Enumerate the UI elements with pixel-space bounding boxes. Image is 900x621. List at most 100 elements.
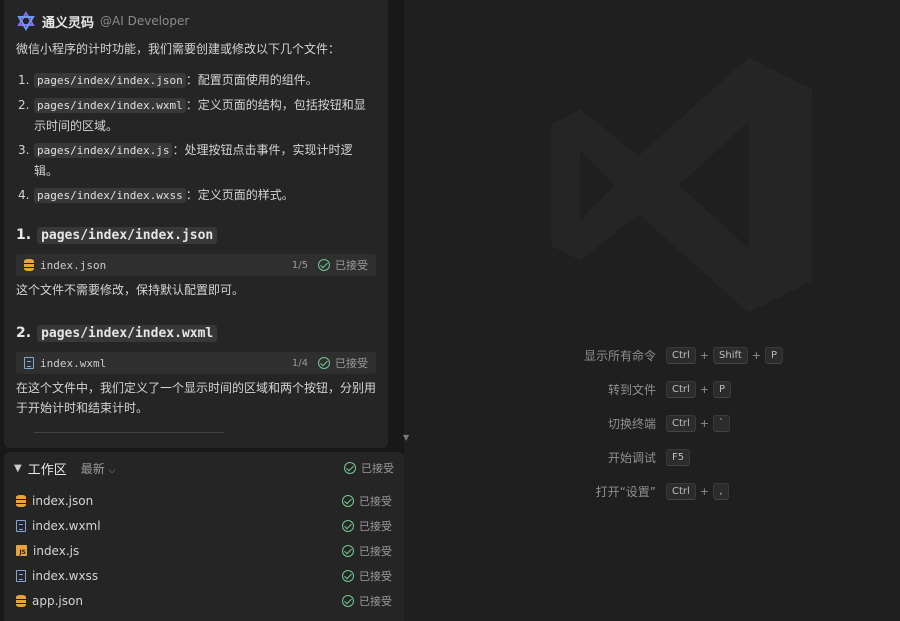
list-item: 4. pages/index/index.wxss ：定义页面的样式。 [16,185,376,206]
key: Ctrl [666,482,696,500]
plus-sign: + [699,484,710,498]
document-icon [16,519,26,532]
vscode-logo-icon [551,57,813,313]
intro-text: 微信小程序的计时功能，我们需要创建或修改以下几个文件： [16,42,341,56]
status-label: 已接受 [359,494,392,508]
shortcut-row[interactable]: 切换终端 Ctrl + ` [554,406,854,440]
shortcut-label: 切换终端 [607,416,656,431]
section-path-code: pages/index/index.wxml [37,324,218,342]
key: ` [713,414,731,432]
database-icon [24,259,34,271]
key: Ctrl [666,346,696,364]
author-handle: @AI Developer [100,14,190,28]
accepted-status: 已接受 [344,460,394,476]
ai-assistant-panel: 通义灵码 @AI Developer 微信小程序的计时功能，我们需要创建或修改以… [0,0,409,621]
key: Ctrl [666,380,696,398]
file-path-code: pages/index/index.json [34,73,186,88]
shortcut-label: 开始调试 [607,450,656,465]
shortcut-row[interactable]: 显示所有命令 Ctrl + Shift + P [554,338,854,372]
workspace-file-row[interactable]: index.wxml 已接受 [4,513,404,538]
author-name: 通义灵码 [42,15,95,31]
section-heading: 2. pages/index/index.wxml [16,322,376,344]
check-circle-icon [318,357,330,369]
js-file-icon: JS [16,545,27,556]
list-item: 3. pages/index/index.js ：处理按钮点击事件，实现计时逻辑。 [16,140,376,181]
check-circle-icon [318,259,330,271]
key: Shift [713,346,748,364]
message-header: 通义灵码 @AI Developer [16,10,376,32]
file-card-name: index.wxml [40,356,107,370]
shortcut-row[interactable]: 打开“设置” Ctrl + , [554,474,854,508]
scroll-down-icon[interactable]: ▼ [403,434,411,442]
shortcut-row[interactable]: 开始调试 F5 [554,440,854,474]
shortcut-label: 打开“设置” [595,484,656,499]
list-item: 1. pages/index/index.json ：配置页面使用的组件。 [16,70,376,91]
workspace-file-name: index.wxss [32,568,99,583]
workspace-header[interactable]: ▼ 工作区 最新 ⌵ 已接受 [4,452,404,484]
workspace-file-row[interactable]: JS index.js 已接受 [4,538,404,563]
accepted-status: 已接受 [342,518,392,534]
editor-area: 显示所有命令 Ctrl + Shift + P 转到文件 Ctrl + P 切换… [414,0,900,621]
key: P [713,380,732,398]
check-circle-icon [342,594,354,607]
workspace-file-row[interactable]: app.json 已接受 [4,588,404,613]
sort-label: 最新 [80,461,105,476]
workspace-file-row[interactable]: index.json 已接受 [4,488,404,513]
plus-sign: + [751,348,761,362]
workspace-file-row[interactable]: index.wxss 已接受 [4,563,404,588]
status-label: 已接受 [361,462,394,475]
plus-sign: + [699,382,710,396]
key: P [764,346,783,364]
list-number: 3. [18,143,30,157]
status-label: 已接受 [359,569,392,583]
workspace-panel: ▼ 工作区 最新 ⌵ 已接受 index.json 已接受 index.wxml [4,452,404,621]
shortcut-list: 显示所有命令 Ctrl + Shift + P 转到文件 Ctrl + P 切换… [554,338,854,508]
plus-sign: + [699,416,710,430]
file-path-code: pages/index/index.wxml [34,98,186,113]
list-item: 2. pages/index/index.wxml ：定义页面的结构，包括按钮和显… [16,95,376,136]
check-circle-icon [342,519,354,532]
database-icon [16,594,26,607]
section-heading: 1. pages/index/index.json [16,224,376,246]
status-label: 已接受 [335,259,368,272]
workspace-file-name: index.wxml [32,518,101,533]
file-change-card[interactable]: index.json 1/5 已接受 [16,254,376,276]
file-card-name: index.json [40,258,107,272]
database-icon [16,494,26,507]
file-change-card[interactable]: index.wxml 1/4 已接受 [16,352,376,374]
chevron-down-icon: ⌵ [108,465,116,476]
file-path-code: pages/index/index.wxss [34,188,186,203]
check-circle-icon [342,494,354,507]
list-description: ：配置页面使用的组件。 [185,73,318,87]
tongyi-logo-icon [17,11,35,31]
list-number: 1. [18,73,30,87]
file-path-code: pages/index/index.js [34,143,173,158]
check-circle-icon [342,544,354,557]
accepted-status: 已接受 [342,593,392,609]
list-description: ：定义页面的样式。 [185,188,294,202]
shortcut-row[interactable]: 转到文件 Ctrl + P [554,372,854,406]
divider [34,432,224,433]
workspace-file-name: app.json [32,593,83,608]
plus-sign: + [699,348,710,362]
status-label: 已接受 [335,357,368,370]
key: , [713,482,730,500]
change-count: 1/5 [291,259,308,271]
sort-dropdown[interactable]: 最新 ⌵ [81,460,344,477]
section-path-code: pages/index/index.json [37,226,218,244]
accepted-status: 已接受 [318,355,368,371]
document-icon [24,357,34,369]
section-text: 这个文件不需要修改，保持默认配置即可。 [16,283,245,297]
check-circle-icon [344,462,356,474]
status-label: 已接受 [359,519,392,533]
chat-area: 通义灵码 @AI Developer 微信小程序的计时功能，我们需要创建或修改以… [4,0,388,448]
key: F5 [666,448,691,466]
check-circle-icon [342,569,354,582]
section-text: 在这个文件中，我们定义了一个显示时间的区域和两个按钮，分别用于开始计时和结束计时… [16,381,377,415]
document-icon [16,569,26,582]
workspace-file-name: index.js [33,543,80,558]
shortcut-label: 显示所有命令 [583,348,656,363]
accepted-status: 已接受 [342,493,392,509]
chevron-down-icon[interactable]: ▼ [14,463,22,474]
accepted-status: 已接受 [318,257,368,273]
